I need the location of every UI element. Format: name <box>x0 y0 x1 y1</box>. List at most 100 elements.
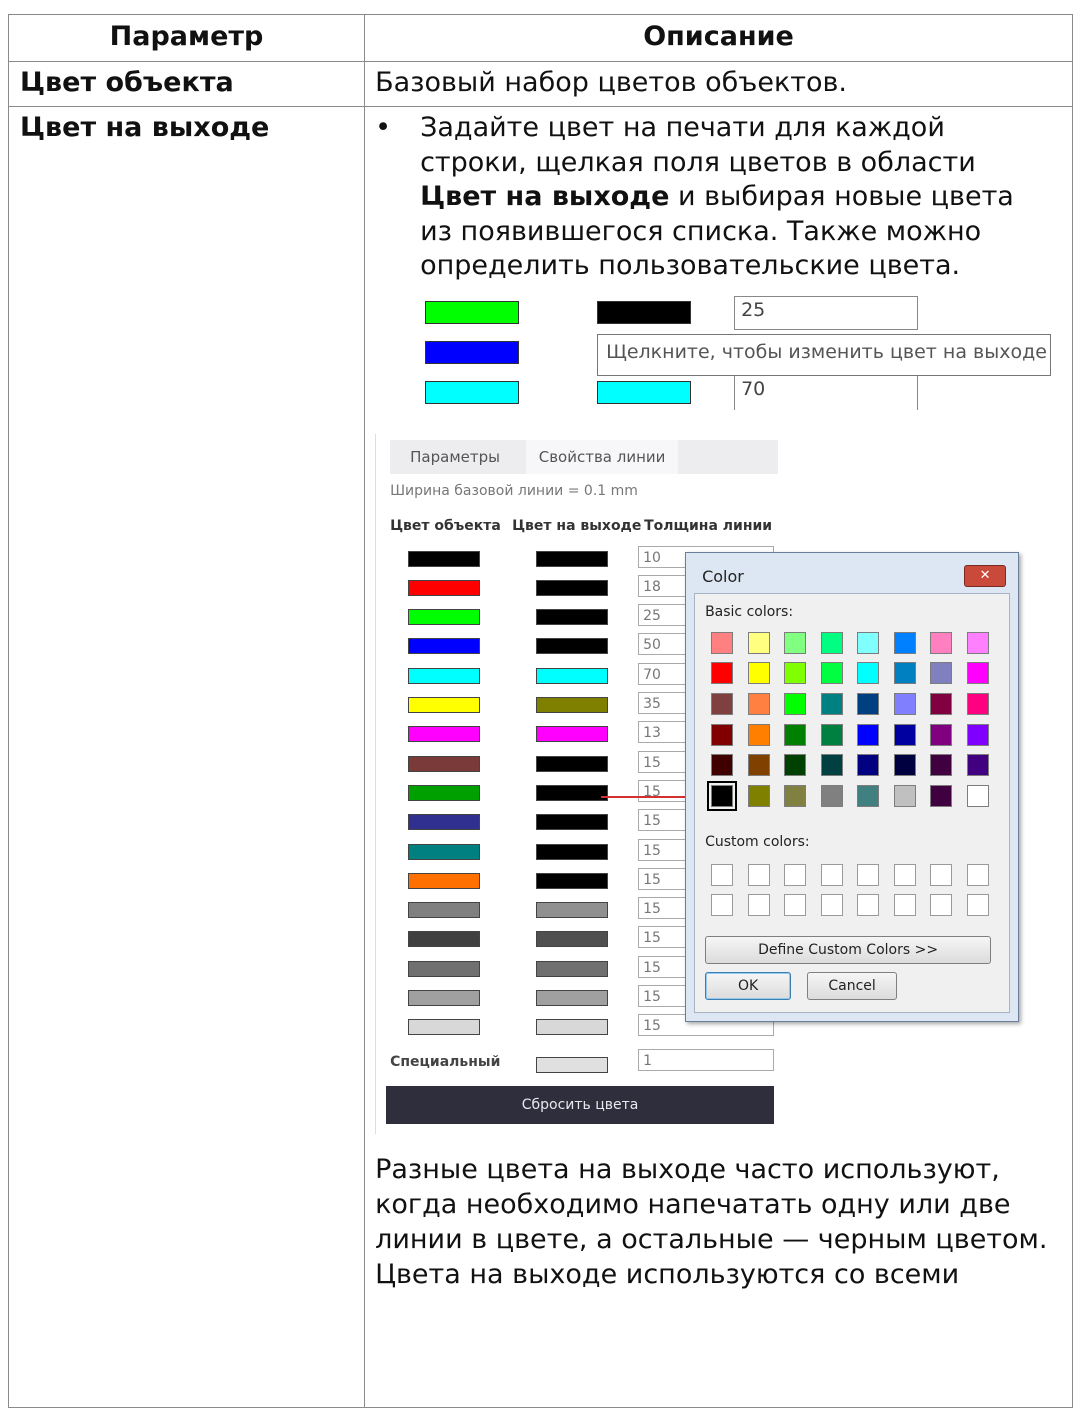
color-swatch[interactable] <box>784 785 807 807</box>
column-object-color: Цвет объекта <box>390 517 501 534</box>
color-swatch[interactable] <box>857 754 880 777</box>
output-color-swatch[interactable] <box>536 609 609 626</box>
custom-color-slot[interactable] <box>784 863 807 886</box>
special-output-swatch[interactable] <box>536 1056 609 1073</box>
line-width-field[interactable]: 25 <box>734 295 919 330</box>
color-swatch[interactable] <box>711 662 734 685</box>
output-color-swatch[interactable] <box>536 931 609 948</box>
output-color-swatch[interactable] <box>536 872 609 889</box>
output-color-swatch[interactable] <box>536 1019 609 1036</box>
color-swatch[interactable] <box>930 785 953 807</box>
color-swatch[interactable] <box>966 754 989 777</box>
color-swatch[interactable] <box>711 723 734 746</box>
color-swatch[interactable] <box>857 631 880 654</box>
tab-line-properties[interactable]: Свойства линии <box>526 439 679 474</box>
bullet-bold: Цвет на выходе <box>420 181 670 212</box>
custom-color-slot[interactable] <box>930 893 953 916</box>
color-swatch[interactable] <box>820 754 843 777</box>
color-swatch[interactable] <box>966 723 989 746</box>
color-swatch[interactable] <box>893 631 916 654</box>
color-swatch[interactable] <box>747 662 770 685</box>
output-color-swatch[interactable] <box>536 638 609 655</box>
color-swatch[interactable] <box>820 692 843 715</box>
desc-object-color: Базовый набор цветов объектов. <box>375 67 848 98</box>
color-swatch[interactable] <box>784 754 807 777</box>
color-swatch[interactable] <box>820 785 843 807</box>
color-swatch[interactable] <box>784 631 807 654</box>
color-swatch[interactable] <box>893 692 916 715</box>
output-color-swatch[interactable] <box>536 814 609 831</box>
color-swatch[interactable] <box>930 692 953 715</box>
custom-color-slot[interactable] <box>930 863 953 886</box>
custom-color-slot[interactable] <box>747 893 770 916</box>
output-color-swatch[interactable] <box>536 726 609 743</box>
output-color-swatch[interactable] <box>536 990 609 1006</box>
output-color-swatch[interactable] <box>536 550 609 567</box>
custom-color-slot[interactable] <box>893 863 916 886</box>
color-swatch[interactable] <box>784 723 807 746</box>
custom-color-slot[interactable] <box>857 893 880 916</box>
special-width-field[interactable]: 1 <box>638 1048 775 1071</box>
color-swatch[interactable] <box>747 631 770 654</box>
color-swatch[interactable] <box>930 723 953 746</box>
color-swatch[interactable] <box>966 662 989 685</box>
output-color-swatch[interactable] <box>536 667 609 684</box>
color-swatch[interactable] <box>784 692 807 715</box>
color-swatch[interactable] <box>784 662 807 685</box>
color-swatch[interactable] <box>707 781 738 811</box>
color-swatch[interactable] <box>857 692 880 715</box>
tooltip: Щелкните, чтобы изменить цвет на выходе <box>597 333 1052 376</box>
color-swatch[interactable] <box>893 785 916 807</box>
line-width-field[interactable]: 70 <box>734 375 919 410</box>
color-swatch[interactable] <box>893 662 916 685</box>
color-swatch[interactable] <box>820 723 843 746</box>
color-swatch[interactable] <box>857 723 880 746</box>
color-swatch[interactable] <box>747 785 770 807</box>
custom-color-slot[interactable] <box>747 863 770 886</box>
color-swatch[interactable] <box>930 631 953 654</box>
output-color-swatch[interactable] <box>536 843 609 860</box>
cancel-button[interactable]: Cancel <box>807 971 898 1000</box>
ok-button[interactable]: OK <box>705 971 792 1000</box>
output-color-swatch[interactable] <box>536 902 609 919</box>
output-color-swatch[interactable] <box>536 579 609 596</box>
object-color-swatch <box>408 843 481 860</box>
custom-color-slot[interactable] <box>893 893 916 916</box>
param-object-color: Цвет объекта <box>20 67 234 98</box>
color-swatch[interactable] <box>966 785 989 807</box>
color-swatch[interactable] <box>820 631 843 654</box>
custom-color-slot[interactable] <box>966 863 989 886</box>
custom-color-slot[interactable] <box>820 893 843 916</box>
color-swatch[interactable] <box>711 631 734 654</box>
color-swatch[interactable] <box>966 692 989 715</box>
reset-colors-button[interactable]: Сбросить цвета <box>386 1085 775 1124</box>
color-swatch[interactable] <box>930 662 953 685</box>
color-swatch[interactable] <box>820 662 843 685</box>
color-swatch[interactable] <box>711 692 734 715</box>
output-color-swatch[interactable] <box>536 960 609 977</box>
color-swatch[interactable] <box>893 723 916 746</box>
basic-colors-label: Basic colors: <box>705 603 794 620</box>
output-color-swatch[interactable] <box>536 784 609 801</box>
output-color-swatch[interactable] <box>536 755 609 772</box>
color-swatch[interactable] <box>857 785 880 807</box>
color-swatch[interactable] <box>893 754 916 777</box>
custom-color-slot[interactable] <box>820 863 843 886</box>
custom-color-slot[interactable] <box>711 893 734 916</box>
tab-parameters[interactable]: Параметры <box>390 440 520 474</box>
custom-color-slot[interactable] <box>711 863 734 886</box>
color-swatch[interactable] <box>747 754 770 777</box>
define-custom-colors-button[interactable]: Define Custom Colors >> <box>705 935 992 964</box>
output-swatch-cyan[interactable] <box>597 380 692 404</box>
custom-color-slot[interactable] <box>857 863 880 886</box>
output-color-swatch[interactable] <box>536 697 609 713</box>
color-swatch[interactable] <box>747 723 770 746</box>
custom-color-slot[interactable] <box>966 893 989 916</box>
color-swatch[interactable] <box>966 631 989 654</box>
color-swatch[interactable] <box>747 692 770 715</box>
color-swatch[interactable] <box>857 662 880 685</box>
color-swatch[interactable] <box>930 754 953 777</box>
color-swatch[interactable] <box>711 754 734 777</box>
custom-color-slot[interactable] <box>784 893 807 916</box>
close-icon[interactable]: ✕ <box>964 564 1007 587</box>
